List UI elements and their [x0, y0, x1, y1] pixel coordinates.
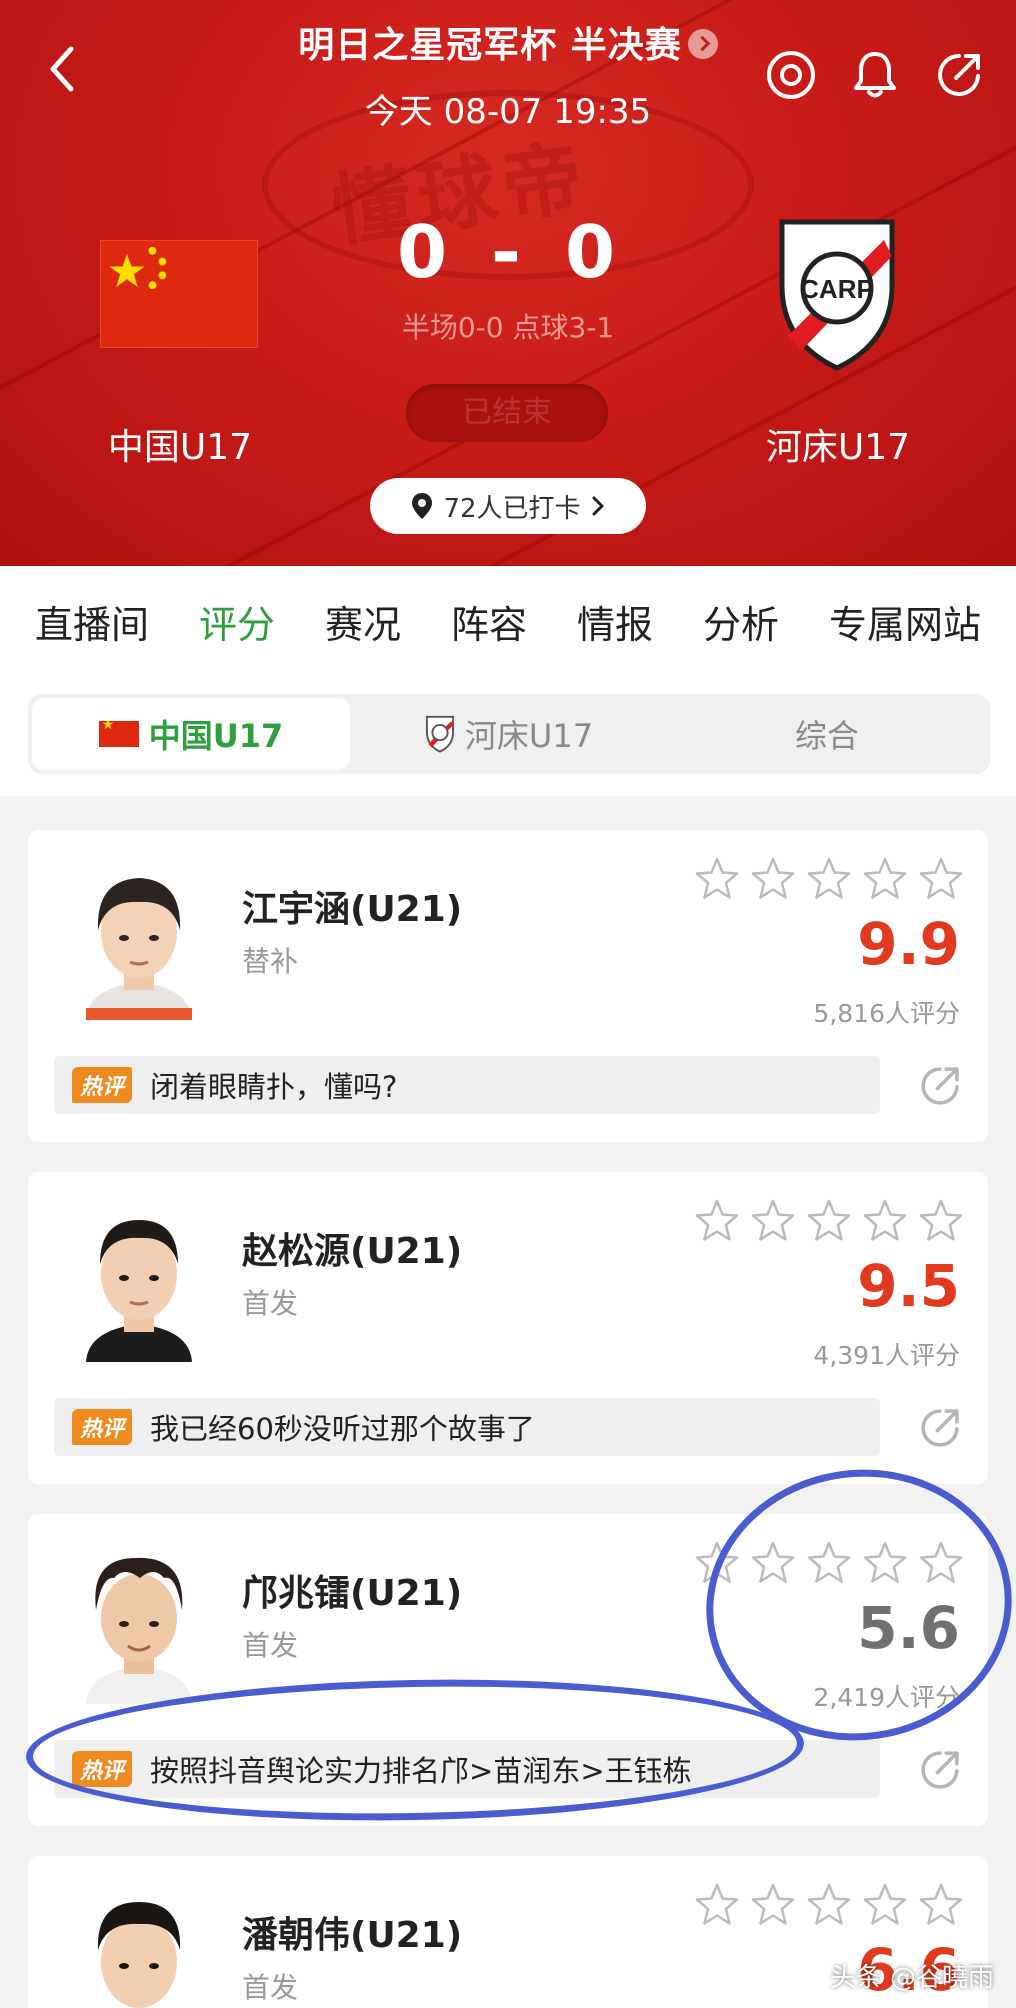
hot-comment[interactable]: 热评 闭着眼睛扑，懂吗?: [54, 1056, 880, 1114]
tab-live[interactable]: 直播间: [31, 594, 153, 649]
star-icon[interactable]: [694, 856, 740, 902]
segment-label: 中国U17: [148, 717, 284, 755]
river-plate-crest-icon: CARP: [779, 219, 895, 371]
segment-combined[interactable]: 综合: [668, 698, 986, 770]
player-avatar: [74, 1886, 204, 2008]
crest-text: CARP: [800, 274, 874, 304]
away-score: 0: [564, 210, 620, 294]
star-icon[interactable]: [862, 856, 908, 902]
rating-stars: [694, 1540, 964, 1586]
player-name: 江宇涵(U21): [242, 889, 463, 930]
star-icon[interactable]: [694, 1198, 740, 1244]
star-icon[interactable]: [806, 856, 852, 902]
share-icon[interactable]: [916, 1062, 964, 1110]
chevron-right-icon: [592, 496, 604, 516]
river-plate-crest-icon: [425, 715, 454, 753]
player-role: 首发: [242, 1629, 299, 1662]
hot-comment[interactable]: 热评 我已经60秒没听过那个故事了: [54, 1398, 880, 1456]
segment-away-team[interactable]: 河床U17: [350, 698, 668, 770]
player-card[interactable]: 赵松源(U21) 首发 9.5 4,391人评分 热评 我已经60秒没听过那个故…: [28, 1172, 988, 1484]
hot-comment-text: 我已经60秒没听过那个故事了: [150, 1412, 535, 1446]
hot-comment-badge: 热评: [72, 1067, 133, 1103]
tab-intel[interactable]: 情报: [573, 594, 657, 649]
tab-exclusive-site[interactable]: 专属网站: [825, 594, 985, 649]
player-avatar: [74, 1544, 204, 1704]
tab-match-events[interactable]: 赛况: [321, 594, 405, 649]
rating-count: 2,419人评分: [813, 1683, 960, 1712]
player-avatar: [74, 860, 204, 1020]
segment-label: 河床U17: [464, 717, 594, 755]
team-switcher-bar: 中国U17 河床U17 综合: [0, 676, 1016, 796]
star-icon[interactable]: [918, 1882, 964, 1928]
match-header: 懂球帝 明日之星冠军杯 半决赛 今天 08-07 19:35 中国U17 0-0…: [0, 0, 1016, 566]
tab-ratings[interactable]: 评分: [194, 594, 280, 683]
player-avatar: [74, 1202, 204, 1362]
star-icon[interactable]: [750, 856, 796, 902]
player-card[interactable]: 邝兆镭(U21) 首发 5.6 2,419人评分 热评 按照抖音舆论实力排名邝>…: [28, 1514, 988, 1826]
player-score: 9.9: [857, 910, 960, 978]
player-role: 首发: [242, 1971, 299, 2004]
star-icon[interactable]: [862, 1540, 908, 1586]
tab-bar: 直播间 评分 赛况 阵容 情报 分析 专属网站: [0, 566, 1016, 683]
hot-comment-badge: 热评: [72, 1751, 133, 1787]
tab-analysis[interactable]: 分析: [699, 594, 783, 649]
player-name: 潘朝伟(U21): [242, 1915, 463, 1956]
checkin-label: 72人已打卡: [443, 493, 581, 524]
player-card[interactable]: 江宇涵(U21) 替补 9.9 5,816人评分 热评 闭着眼睛扑，懂吗?: [28, 830, 988, 1142]
rating-stars: [694, 1198, 964, 1244]
rating-stars: [694, 1882, 964, 1928]
star-icon[interactable]: [694, 1882, 740, 1928]
star-icon[interactable]: [862, 1882, 908, 1928]
player-name: 赵松源(U21): [242, 1231, 463, 1272]
hot-comment-text: 按照抖音舆论实力排名邝>苗润东>王钰栋: [150, 1754, 692, 1788]
home-team-name[interactable]: 中国U17: [60, 418, 300, 470]
score-separator: -: [491, 210, 525, 294]
checkin-button[interactable]: 72人已打卡: [370, 478, 646, 534]
china-flag-icon: [98, 717, 139, 747]
team-switcher: 中国U17 河床U17 综合: [28, 694, 990, 774]
away-team-name[interactable]: 河床U17: [718, 418, 958, 470]
star-icon[interactable]: [806, 1198, 852, 1244]
rating-stars: [694, 856, 964, 902]
star-icon[interactable]: [750, 1198, 796, 1244]
target-icon[interactable]: [764, 48, 818, 102]
segment-home-team[interactable]: 中国U17: [32, 698, 350, 770]
tab-lineup[interactable]: 阵容: [447, 594, 531, 649]
star-icon[interactable]: [918, 1540, 964, 1586]
share-icon[interactable]: [932, 48, 986, 102]
hot-comment-text: 闭着眼睛扑，懂吗?: [150, 1070, 398, 1104]
segment-label: 综合: [794, 717, 859, 755]
star-icon[interactable]: [862, 1198, 908, 1244]
star-icon[interactable]: [750, 1882, 796, 1928]
location-pin-icon: [412, 493, 433, 519]
star-icon[interactable]: [694, 1540, 740, 1586]
rating-count: 4,391人评分: [813, 1341, 960, 1370]
chevron-right-icon: [687, 29, 718, 59]
player-name: 邝兆镭(U21): [242, 1573, 463, 1614]
player-role: 替补: [242, 945, 299, 978]
bell-icon[interactable]: [848, 48, 902, 102]
share-icon[interactable]: [916, 1404, 964, 1452]
player-role: 首发: [242, 1287, 299, 1320]
home-score: 0: [396, 210, 452, 294]
star-icon[interactable]: [806, 1882, 852, 1928]
hot-comment[interactable]: 热评 按照抖音舆论实力排名邝>苗润东>王钰栋: [54, 1740, 880, 1798]
star-icon[interactable]: [918, 856, 964, 902]
match-title-text: 明日之星冠军杯 半决赛: [298, 25, 682, 66]
star-icon[interactable]: [750, 1540, 796, 1586]
star-icon[interactable]: [806, 1540, 852, 1586]
hot-comment-badge: 热评: [72, 1409, 133, 1445]
player-score: 9.5: [857, 1252, 960, 1320]
player-score: 5.6: [857, 1594, 960, 1662]
corner-watermark: 头条 @谷曉雨: [829, 1963, 994, 1993]
match-status-pill: 已结束: [406, 384, 608, 442]
star-icon[interactable]: [918, 1198, 964, 1244]
share-icon[interactable]: [916, 1746, 964, 1794]
rating-count: 5,816人评分: [813, 999, 960, 1028]
